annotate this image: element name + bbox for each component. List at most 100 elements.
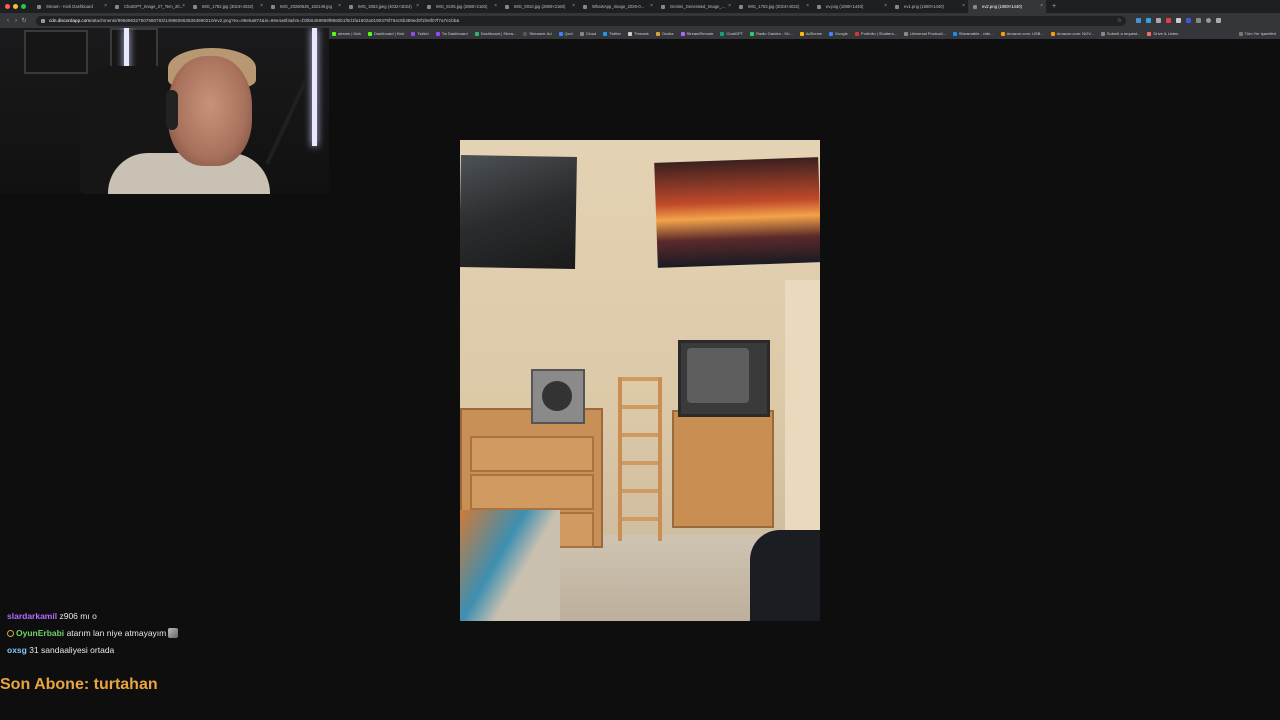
- reload-icon[interactable]: ↻: [20, 17, 28, 24]
- chat-message: oxsg 31 sandaaliyesi ortada: [0, 644, 300, 661]
- browser-tab[interactable]: Gemini_Generated_Image_... ×: [656, 0, 734, 13]
- browser-tab[interactable]: ev2.png (1080×1440) ×: [968, 0, 1046, 13]
- bookmark-item[interactable]: ChatGPT: [717, 28, 747, 39]
- bookmark-item[interactable]: stream | Kick: [329, 28, 365, 39]
- bookmark-item[interactable]: Drive & Listen: [1144, 28, 1182, 39]
- menu-icon[interactable]: [1216, 18, 1221, 23]
- extension-icon[interactable]: [1156, 18, 1161, 23]
- wall-frame: [110, 28, 158, 70]
- tab-label: IMG_20260525_182149.jpg: [280, 4, 332, 9]
- bookmark-item[interactable]: Submit a request...: [1098, 28, 1145, 39]
- bookmarks-bar: stream | Kick Dashboard | Kick Twitch Tw Da…: [329, 28, 1280, 39]
- bookmark-item[interactable]: Qovi: [556, 28, 577, 39]
- tab-close-icon[interactable]: ×: [962, 0, 965, 13]
- url-bar[interactable]: cdn.discordapp.com/attachments/995696327…: [36, 15, 1126, 26]
- tab-close-icon[interactable]: ×: [104, 0, 107, 13]
- chat-text: 31 sandaaliyesi ortada: [29, 645, 115, 655]
- tab-close-icon[interactable]: ×: [884, 0, 887, 13]
- browser-tab[interactable]: ev1.png (1080×1440) ×: [890, 0, 968, 13]
- chat-username[interactable]: OyunErbabi: [16, 628, 64, 638]
- chat-username[interactable]: slardarkamil: [7, 611, 57, 621]
- tab-label: IMG_0010.jpg (2880×2160): [514, 4, 566, 9]
- browser-tab[interactable]: IMG_20260525_182149.jpg ×: [266, 0, 344, 13]
- tab-label: ev2.png (1080×1440): [982, 4, 1022, 9]
- tab-close-icon[interactable]: ×: [260, 0, 263, 13]
- bookmark-item[interactable]: Google: [826, 28, 852, 39]
- browser-tab[interactable]: ev.png (1080×1440) ×: [812, 0, 890, 13]
- browser-tab[interactable]: IMG_1763.jpg (3024×4032) ×: [734, 0, 812, 13]
- bookmark-item[interactable]: Amazon.com: USB...: [998, 28, 1048, 39]
- webcam-feed: [0, 28, 329, 194]
- url-text[interactable]: cdn.discordapp.com/attachments/995696327…: [49, 18, 1109, 23]
- browser-tab[interactable]: ChatGPT_Image_27_Tem_20... ×: [110, 0, 188, 13]
- chat-username[interactable]: oxsg: [7, 645, 27, 655]
- cd-shelf: [618, 377, 662, 541]
- bookmark-item[interactable]: Radio Garden - Kh...: [747, 28, 797, 39]
- extension-icon[interactable]: [1146, 18, 1151, 23]
- close-window-icon[interactable]: [5, 4, 10, 9]
- window-controls: [0, 4, 32, 9]
- tab-label: IMG_1763.jpg (3024×4032): [748, 4, 800, 9]
- bookmark-item[interactable]: Dashboard | Strea...: [472, 28, 521, 39]
- bookmark-item[interactable]: Ozuba: [653, 28, 678, 39]
- chat-text: atarım lan niye atmayayım: [66, 628, 167, 638]
- bookmark-item[interactable]: StreamRemote: [678, 28, 718, 39]
- tab-favicon-icon: [973, 4, 977, 9]
- tab-label: WhatsApp_Image_2026-0...: [592, 4, 645, 9]
- browser-tab[interactable]: IMG_8105.jpg (2880×2160) ×: [422, 0, 500, 13]
- bookmark-item[interactable]: Tw Dashboard: [433, 28, 472, 39]
- browser-tab[interactable]: IMG_1782.jpg (3024×4032) ×: [188, 0, 266, 13]
- bookmark-item[interactable]: Streamer Ad: [520, 28, 555, 39]
- all-bookmarks-button[interactable]: Tüm Yer İşaretleri: [1236, 28, 1280, 39]
- download-icon[interactable]: [1196, 18, 1201, 23]
- speaker: [531, 369, 585, 424]
- tab-close-icon[interactable]: ×: [494, 0, 497, 13]
- new-tab-icon[interactable]: +: [1046, 3, 1056, 10]
- tab-label: Gemini_Generated_Image_...: [670, 4, 726, 9]
- browser-tab[interactable]: IMG_3053.jpeg (4032×3024) ×: [344, 0, 422, 13]
- extension-icon[interactable]: [1136, 18, 1141, 23]
- browser-tab[interactable]: Stream - Kick Dashboard ×: [32, 0, 110, 13]
- extensions-area: [1136, 18, 1221, 23]
- maximize-window-icon[interactable]: [21, 4, 26, 9]
- minimize-window-icon[interactable]: [13, 4, 18, 9]
- forward-icon[interactable]: ›: [12, 18, 20, 24]
- crt-tv: [678, 340, 770, 417]
- bookmark-item[interactable]: Twitch: [408, 28, 432, 39]
- room-photo[interactable]: [460, 140, 820, 621]
- bookmark-item[interactable]: Threads: [625, 28, 653, 39]
- tab-close-icon[interactable]: ×: [1040, 0, 1043, 13]
- light-tube: [312, 28, 317, 146]
- wall: [785, 280, 820, 540]
- back-icon[interactable]: ‹: [4, 18, 12, 24]
- tab-close-icon[interactable]: ×: [182, 0, 185, 13]
- puzzle-icon[interactable]: [1176, 18, 1181, 23]
- bookmark-item[interactable]: Amazon.com: NOV...: [1048, 28, 1098, 39]
- bookmark-star-icon[interactable]: ☆: [1117, 17, 1122, 24]
- bookmark-item[interactable]: AdSense: [797, 28, 826, 39]
- tab-close-icon[interactable]: ×: [728, 0, 731, 13]
- extension-icon[interactable]: [1166, 18, 1171, 23]
- bookmark-item[interactable]: Cloud: [577, 28, 600, 39]
- bookmark-item[interactable]: Universal Producti...: [901, 28, 950, 39]
- tab-favicon-icon: [505, 4, 509, 9]
- tab-close-icon[interactable]: ×: [572, 0, 575, 13]
- bookmark-item[interactable]: Dashboard | Kick: [365, 28, 408, 39]
- tab-close-icon[interactable]: ×: [806, 0, 809, 13]
- tab-strip: Stream - Kick Dashboard × ChatGPT_Image_27…: [32, 0, 1046, 13]
- bookmark-item[interactable]: Portfolio | Shutters...: [852, 28, 901, 39]
- site-info-icon[interactable]: [41, 18, 45, 23]
- tab-close-icon[interactable]: ×: [650, 0, 653, 13]
- tab-close-icon[interactable]: ×: [338, 0, 341, 13]
- bookmark-item[interactable]: Twitter: [600, 28, 625, 39]
- chat-overlay: slardarkamil z906 mı o OyunErbabi atarım …: [0, 610, 300, 661]
- wall-frame: [24, 30, 88, 74]
- profile-avatar[interactable]: [1206, 18, 1211, 23]
- bookmark-item[interactable]: Streamable - vide...: [950, 28, 998, 39]
- address-toolbar: ‹ › ↻ cdn.discordapp.com/attachments/995…: [0, 13, 1280, 28]
- browser-tab[interactable]: IMG_0010.jpg (2880×2160) ×: [500, 0, 578, 13]
- tab-favicon-icon: [193, 4, 197, 9]
- tab-close-icon[interactable]: ×: [416, 0, 419, 13]
- browser-tab[interactable]: WhatsApp_Image_2026-0... ×: [578, 0, 656, 13]
- extension-icon[interactable]: [1186, 18, 1191, 23]
